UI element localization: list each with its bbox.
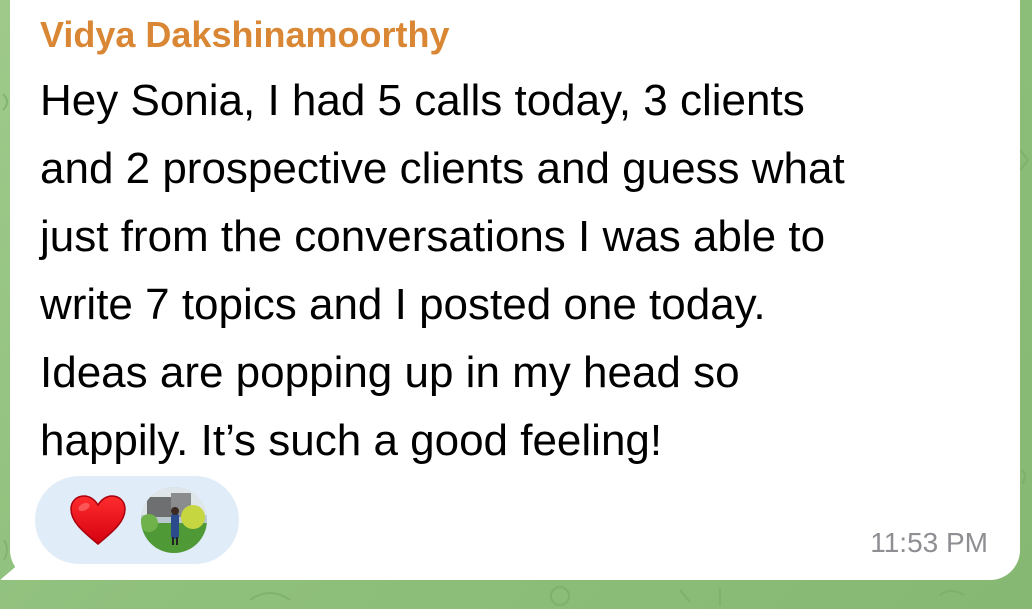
sender-name[interactable]: Vidya Dakshinamoorthy [40, 14, 449, 56]
message-line: Hey Sonia, I had 5 calls today, 3 client… [40, 76, 805, 125]
message-line: Ideas are popping up in my head so [40, 348, 740, 397]
message-line: write 7 topics and I posted one today. [40, 280, 766, 329]
avatar-photo [141, 487, 207, 553]
message-bubble[interactable]: Vidya Dakshinamoorthy Hey Sonia, I had 5… [0, 0, 1020, 580]
message-line: just from the conversations I was able t… [40, 212, 826, 261]
heart-icon [70, 495, 126, 545]
bubble-tail [0, 546, 40, 580]
avatar[interactable] [141, 487, 207, 553]
message-line: happily. It’s such a good feeling! [40, 416, 663, 465]
message-timestamp: 11:53 PM [870, 527, 988, 558]
message-line: and 2 prospective clients and guess what [40, 144, 845, 193]
message-text: Hey Sonia, I had 5 calls today, 3 client… [40, 67, 1000, 475]
reaction-pill[interactable] [35, 476, 239, 564]
